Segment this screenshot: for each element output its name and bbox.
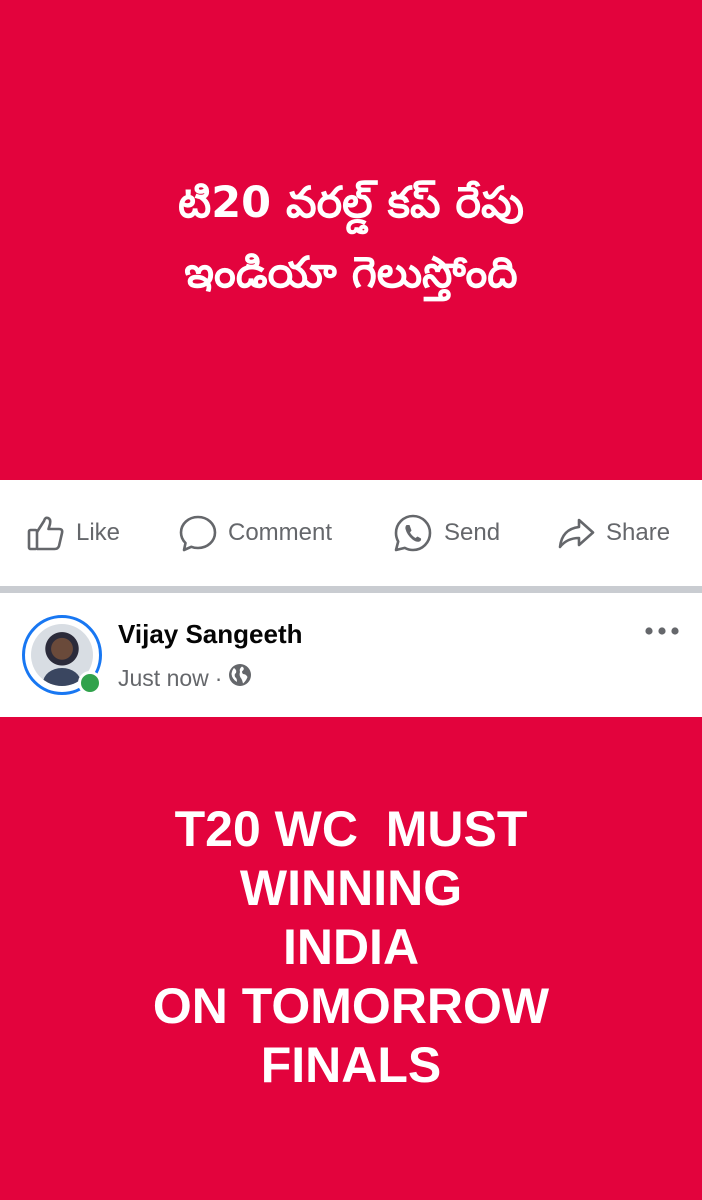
post-image-line: ON TOMORROW (152, 978, 550, 1034)
post-header: Vijay Sangeeth Just now · (0, 593, 702, 717)
whatsapp-icon (392, 512, 434, 554)
avatar[interactable] (22, 615, 102, 695)
post-image-line: INDIA (282, 919, 420, 975)
share-label: Share (606, 519, 671, 546)
send-button[interactable]: Send (392, 480, 500, 586)
post-image-line: ఇండియా గెలుస్తోంది (184, 248, 518, 298)
like-icon (26, 513, 66, 553)
author-name[interactable]: Vijay Sangeeth (118, 619, 303, 650)
post-image-line: FINALS (260, 1037, 442, 1093)
post-image-line: టి20 వరల్డ్ కప్ రేపు (178, 178, 524, 228)
post-image-text: టి20 వరల్డ్ కప్ రేపు ఇండియా గెలుస్తోంది (178, 168, 524, 308)
meta-separator: · (214, 664, 223, 691)
post-image[interactable]: T20 WC MUST WINNING INDIA ON TOMORROW FI… (0, 717, 702, 1200)
post-image-text: T20 WC MUST WINNING INDIA ON TOMORROW FI… (0, 800, 702, 1095)
like-button[interactable]: Like (26, 480, 120, 586)
post-meta: Just now · (118, 663, 252, 693)
more-options-icon[interactable] (642, 621, 682, 641)
comment-icon (178, 513, 218, 553)
globe-icon (228, 663, 252, 693)
share-icon (556, 513, 596, 553)
comment-label: Comment (228, 519, 333, 546)
online-status-dot (78, 671, 102, 695)
post-timestamp[interactable]: Just now (118, 665, 209, 692)
like-label: Like (76, 519, 121, 546)
comment-button[interactable]: Comment (178, 480, 332, 586)
post-action-bar: Like Comment Send Share (0, 480, 702, 586)
feed-divider (0, 586, 702, 593)
send-label: Send (444, 519, 501, 546)
post-image-line: WINNING (239, 860, 463, 916)
share-button[interactable]: Share (556, 480, 670, 586)
post-image-top[interactable]: టి20 వరల్డ్ కప్ రేపు ఇండియా గెలుస్తోంది (0, 0, 702, 480)
post-image-line: T20 WC MUST (174, 801, 528, 857)
